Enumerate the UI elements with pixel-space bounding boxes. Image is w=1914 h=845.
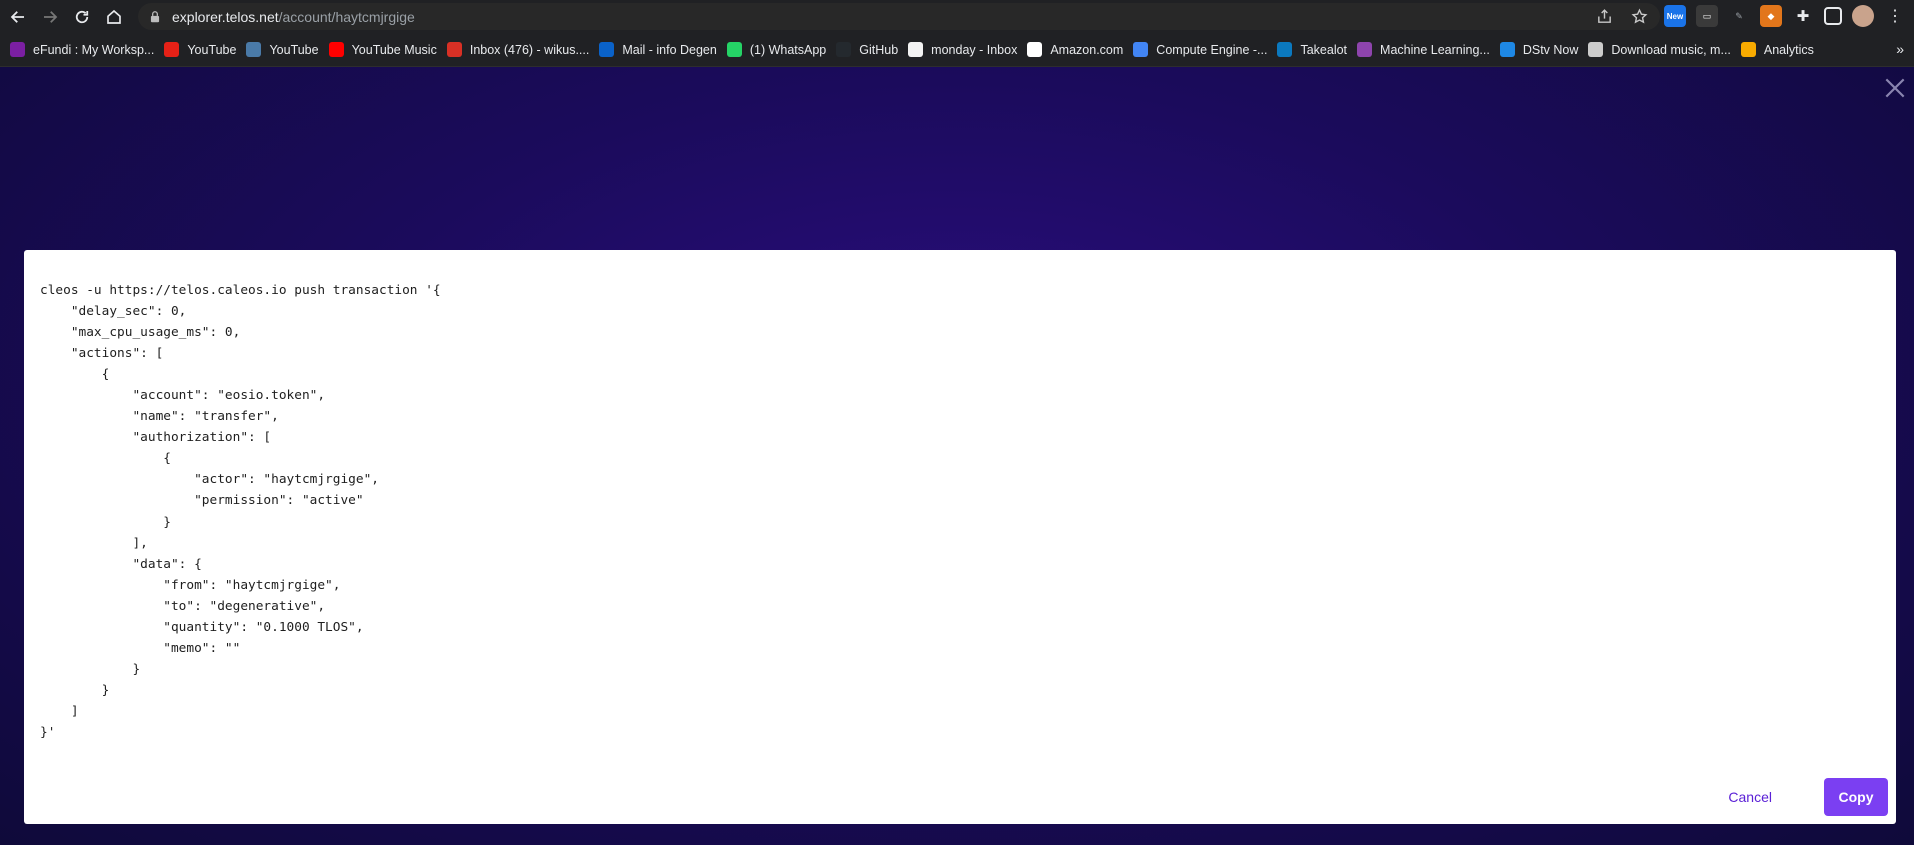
download-icon	[1588, 42, 1604, 57]
url-host: explorer.telos.net	[172, 8, 279, 25]
metamask-icon[interactable]: ◆	[1760, 5, 1782, 27]
url-text[interactable]: explorer.telos.net/account/haytcmjrgige	[172, 9, 415, 25]
extension-keyboard-icon[interactable]: ▭	[1696, 5, 1718, 27]
bookmark-item[interactable]: Download music, m...	[1588, 42, 1731, 57]
image-thumb-icon	[246, 42, 262, 57]
extensions-area: New ▭ ✎ ◆ ✚ ⋮	[1664, 5, 1906, 27]
cancel-button[interactable]: Cancel	[1718, 778, 1782, 816]
bookmarks-bar: eFundi : My Worksp... YouTube YouTube YouTu…	[0, 33, 1914, 67]
bookmark-label: Amazon.com	[1050, 42, 1124, 57]
bookmark-label: YouTube	[187, 42, 237, 57]
ml-icon	[1357, 42, 1373, 57]
youtube-icon	[164, 42, 180, 57]
bookmark-item[interactable]: YouTube	[164, 42, 236, 57]
reload-icon	[75, 10, 89, 23]
bookmark-label: YouTube	[269, 42, 319, 57]
bookmark-label: Download music, m...	[1611, 42, 1731, 57]
extension-new-icon[interactable]: New	[1664, 5, 1686, 27]
home-button[interactable]	[100, 3, 128, 31]
amazon-icon	[1027, 42, 1043, 57]
compute-engine-icon	[1133, 42, 1149, 57]
bookmark-item[interactable]: Analytics	[1740, 42, 1814, 57]
extension-badge: New	[1666, 11, 1684, 21]
bookmark-label: Takealot	[1300, 42, 1348, 57]
bookmark-label: GitHub	[859, 42, 899, 57]
bookmark-label: Mail - info Degen	[622, 42, 717, 57]
extensions-puzzle-icon[interactable]: ✚	[1792, 5, 1814, 27]
profile-avatar-icon[interactable]	[1852, 5, 1874, 27]
copy-button[interactable]: Copy	[1824, 778, 1888, 816]
analytics-icon	[1740, 42, 1756, 57]
bookmark-label: eFundi : My Worksp...	[33, 42, 155, 57]
bookmark-label: YouTube Music	[351, 42, 437, 57]
bookmark-item[interactable]: (1) WhatsApp	[726, 42, 827, 57]
outlook-icon	[599, 42, 615, 57]
bookmark-item[interactable]: GitHub	[836, 42, 898, 57]
bookmark-label: Machine Learning...	[1380, 42, 1490, 57]
bookmark-star-icon[interactable]	[1631, 8, 1648, 25]
browser-toolbar: explorer.telos.net/account/haytcmjrgige …	[0, 0, 1914, 33]
arrow-left-icon	[10, 10, 24, 23]
bookmark-item[interactable]: Compute Engine -...	[1133, 42, 1267, 57]
monday-icon	[908, 42, 924, 57]
side-panel-icon[interactable]	[1824, 7, 1842, 25]
bookmark-label: DStv Now	[1522, 42, 1579, 57]
transaction-code: cleos -u https://telos.caleos.io push tr…	[40, 283, 441, 740]
bookmark-item[interactable]: Inbox (476) - wikus....	[446, 42, 590, 57]
bookmark-label: (1) WhatsApp	[749, 42, 827, 57]
share-icon[interactable]	[1596, 8, 1613, 25]
efundi-icon	[10, 42, 25, 57]
bookmark-item[interactable]: YouTube Music	[328, 42, 437, 57]
bookmark-item[interactable]: Amazon.com	[1027, 42, 1123, 57]
bookmark-label: Compute Engine -...	[1156, 42, 1268, 57]
whatsapp-icon	[726, 42, 742, 57]
youtube-music-icon	[328, 42, 344, 57]
address-bar[interactable]: explorer.telos.net/account/haytcmjrgige	[138, 3, 1660, 30]
bookmark-item[interactable]: DStv Now	[1499, 42, 1579, 57]
close-icon[interactable]	[1882, 75, 1908, 101]
dstv-icon	[1499, 42, 1515, 57]
bookmark-item[interactable]: eFundi : My Worksp...	[10, 42, 154, 57]
page-backdrop: cleos -u https://telos.caleos.io push tr…	[0, 67, 1914, 845]
transaction-modal: cleos -u https://telos.caleos.io push tr…	[24, 250, 1896, 824]
url-path: /account/haytcmjrgige	[278, 8, 415, 25]
menu-dots-icon[interactable]: ⋮	[1884, 5, 1906, 27]
lock-icon	[150, 10, 160, 22]
bookmarks-overflow-icon[interactable]: »	[1896, 41, 1904, 57]
arrow-right-icon	[44, 10, 58, 23]
bookmark-item[interactable]: Machine Learning...	[1357, 42, 1490, 57]
bookmark-label: Analytics	[1763, 42, 1814, 57]
back-button[interactable]	[4, 3, 32, 31]
bookmark-item[interactable]: monday - Inbox	[908, 42, 1017, 57]
bookmark-label: Inbox (476) - wikus....	[469, 42, 590, 57]
bookmark-item[interactable]: YouTube	[246, 42, 319, 57]
github-icon	[836, 42, 852, 57]
gmail-icon	[446, 42, 462, 57]
takealot-icon	[1277, 42, 1293, 57]
bookmark-item[interactable]: Mail - info Degen	[599, 42, 717, 57]
bookmark-label: monday - Inbox	[931, 42, 1018, 57]
home-icon	[107, 9, 121, 24]
reload-button[interactable]	[68, 3, 96, 31]
forward-button[interactable]	[36, 3, 64, 31]
bookmark-item[interactable]: Takealot	[1277, 42, 1347, 57]
extension-pen-icon[interactable]: ✎	[1728, 5, 1750, 27]
